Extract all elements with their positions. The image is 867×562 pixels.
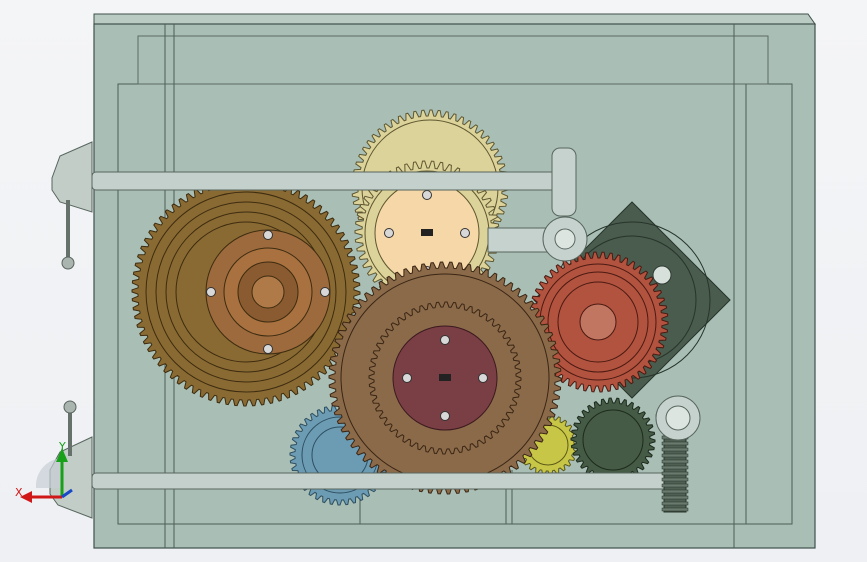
axis-x-label: X (15, 486, 23, 499)
axis-y-label: Y (58, 440, 66, 453)
3d-viewport[interactable]: X Y (0, 0, 867, 562)
coordinate-triad: X Y (15, 440, 73, 503)
large-gold-gear[interactable] (131, 177, 361, 407)
gearbox-model[interactable]: X Y (0, 0, 867, 562)
left-shaft-stub-top (51, 141, 93, 270)
